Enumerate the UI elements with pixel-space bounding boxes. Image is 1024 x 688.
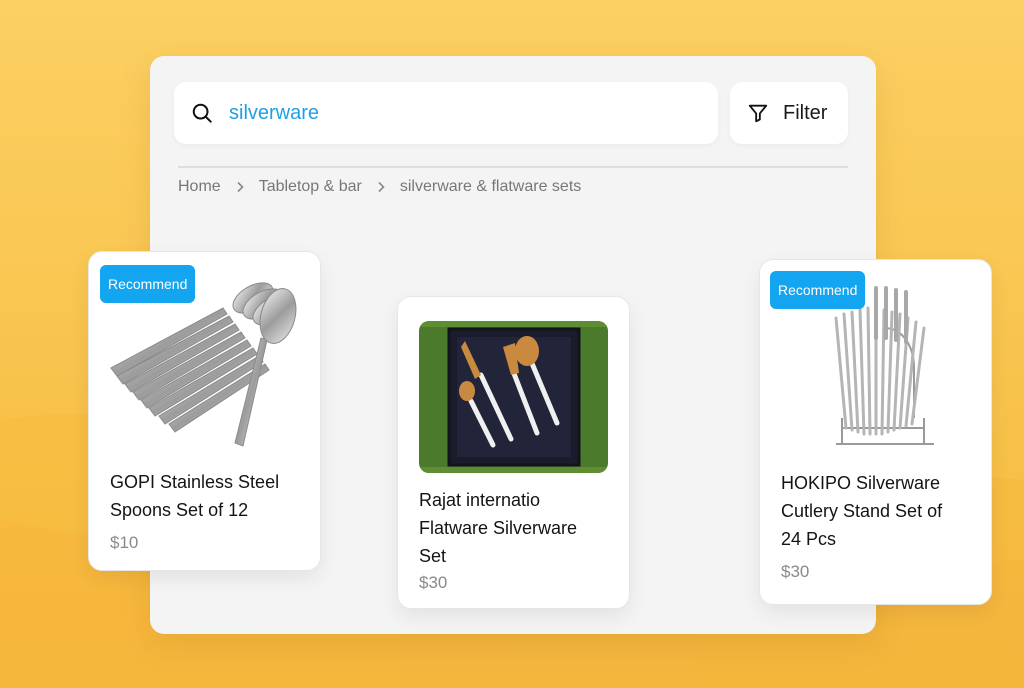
breadcrumb-home[interactable]: Home: [178, 178, 221, 196]
product-title-line: HOKIPO Silverware: [781, 473, 941, 493]
product-title-line: Rajat internatio: [419, 490, 541, 510]
divider: [178, 166, 848, 168]
product-card[interactable]: Recommend HOKIPO Silverware Cutlery Stan…: [759, 259, 992, 605]
chevron-right-icon: [376, 181, 386, 193]
product-title-line: Cutlery Stand Set of: [781, 501, 943, 521]
breadcrumb: Home Tabletop & bar silverware & flatwar…: [178, 178, 581, 196]
product-image-flatware: [419, 321, 608, 473]
product-title-line: Flatware Silverware: [419, 518, 578, 538]
product-price: $30: [419, 573, 448, 592]
product-title: HOKIPO Silverware Cutlery Stand Set of 2…: [781, 469, 986, 553]
filter-button[interactable]: Filter: [730, 82, 848, 144]
breadcrumb-silverware-sets[interactable]: silverware & flatware sets: [400, 178, 581, 196]
filter-label: Filter: [783, 101, 828, 124]
recommend-badge: Recommend: [100, 265, 196, 303]
product-title: Rajat internatio Flatware Silverware Set: [419, 486, 624, 570]
search-input[interactable]: [227, 100, 691, 126]
product-title-line: GOPI Stainless Steel: [110, 472, 280, 492]
product-price: $30: [781, 562, 810, 581]
filter-funnel-icon: [747, 102, 769, 124]
breadcrumb-tabletop-bar[interactable]: Tabletop & bar: [259, 178, 362, 196]
product-title: GOPI Stainless Steel Spoons Set of 12: [110, 468, 315, 524]
search-icon[interactable]: [191, 102, 213, 124]
search-bar[interactable]: [174, 82, 718, 144]
product-card[interactable]: Recommend GOPI Stainless Steel Spoons Se…: [88, 251, 321, 571]
product-card[interactable]: Rajat internatio Flatware Silverware Set…: [397, 296, 630, 609]
recommend-badge: Recommend: [770, 271, 866, 309]
product-price: $10: [110, 533, 139, 552]
product-title-line: 24 Pcs: [781, 529, 837, 549]
chevron-right-icon: [235, 181, 245, 193]
product-title-line: Spoons Set of 12: [110, 500, 249, 520]
product-title-line: Set: [419, 546, 447, 566]
